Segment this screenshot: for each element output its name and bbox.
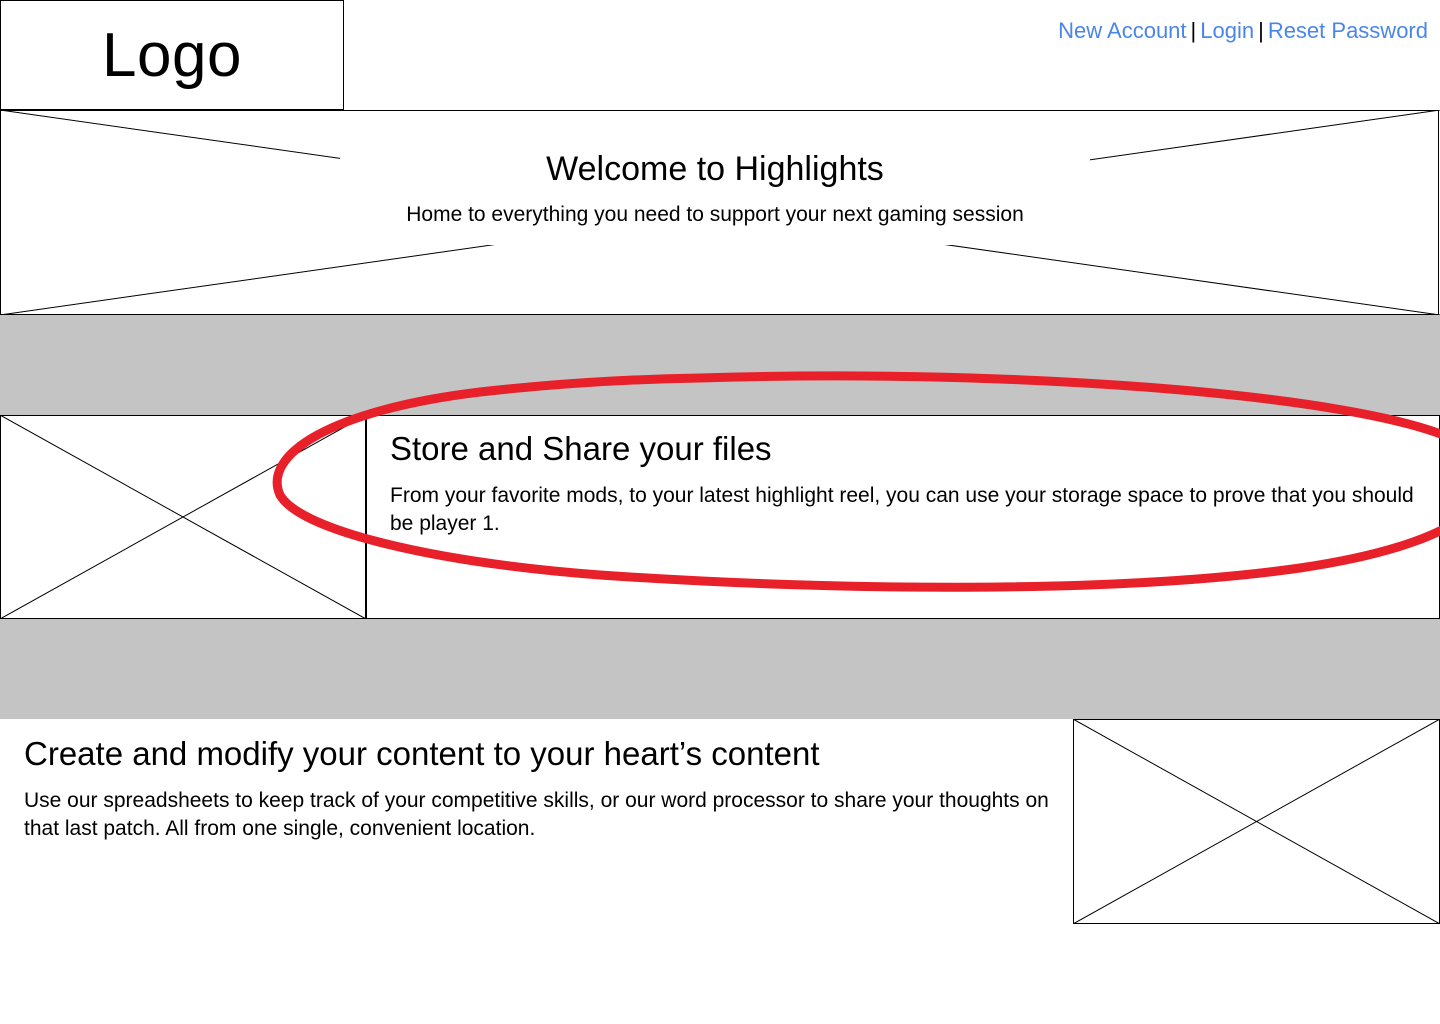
feature-content: Store and Share your files From your fav…: [366, 415, 1440, 619]
link-separator: |: [1190, 18, 1197, 43]
hero-subtitle: Home to everything you need to support y…: [406, 203, 1024, 226]
logo[interactable]: Logo: [0, 0, 344, 110]
feature-description: Use our spreadsheets to keep track of yo…: [24, 789, 1049, 840]
feature-title: Store and Share your files: [390, 430, 772, 467]
feature-store-share: Store and Share your files From your fav…: [0, 415, 1440, 619]
section-divider: [0, 315, 1440, 415]
feature-content: Create and modify your content to your h…: [24, 735, 1069, 843]
section-divider: [0, 619, 1440, 719]
feature-title: Create and modify your content to your h…: [24, 735, 820, 772]
new-account-link[interactable]: New Account: [1058, 18, 1186, 43]
hero-text: Welcome to Highlights Home to everything…: [340, 148, 1090, 245]
landing-page: Logo New Account | Login | Reset Password We…: [0, 0, 1440, 1024]
logo-text: Logo: [102, 20, 242, 90]
feature-description: From your favorite mods, to your latest …: [390, 484, 1414, 535]
feature-create-modify: Create and modify your content to your h…: [0, 719, 1440, 924]
hero-title: Welcome to Highlights: [546, 150, 884, 188]
feature-image-placeholder: [0, 415, 366, 619]
login-link[interactable]: Login: [1200, 18, 1254, 43]
reset-password-link[interactable]: Reset Password: [1268, 18, 1428, 43]
auth-links: New Account | Login | Reset Password: [1058, 18, 1428, 44]
feature-image-placeholder: [1073, 719, 1440, 924]
hero-banner: Welcome to Highlights Home to everything…: [0, 110, 1440, 315]
link-separator: |: [1258, 18, 1264, 43]
